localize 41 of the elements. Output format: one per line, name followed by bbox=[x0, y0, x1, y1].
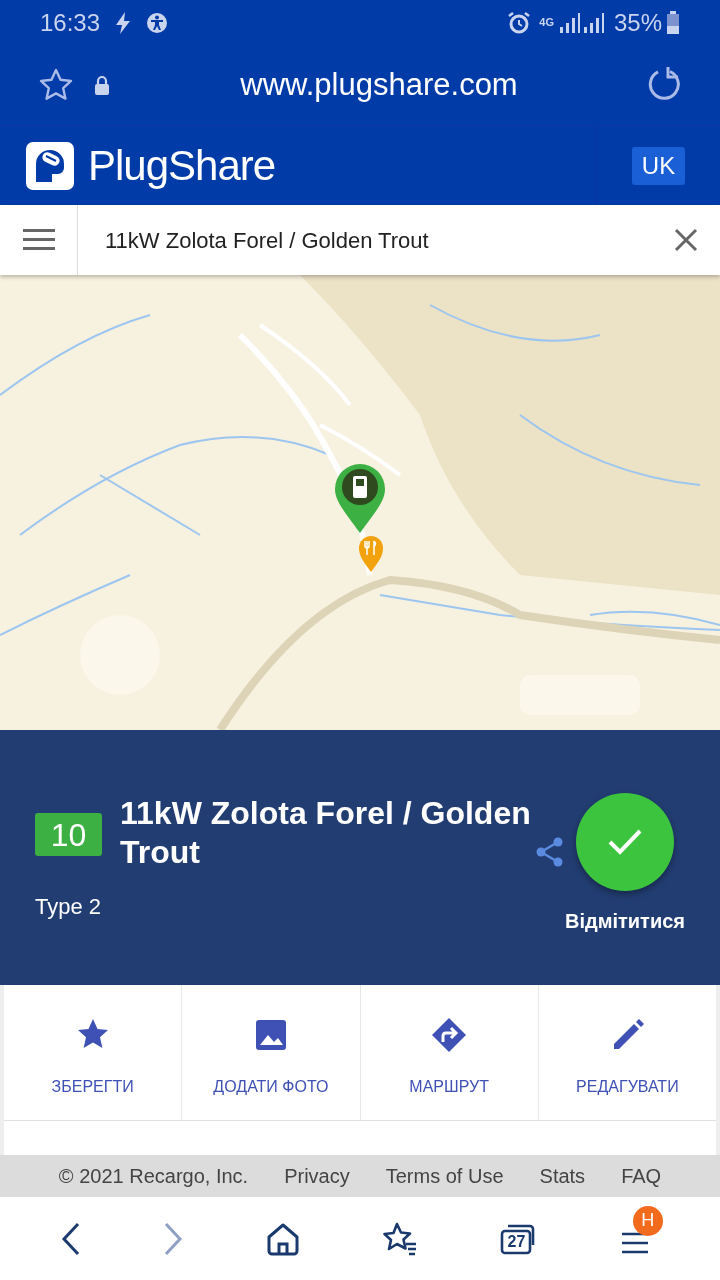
menu-icon[interactable] bbox=[22, 229, 55, 251]
home-icon[interactable] bbox=[265, 1221, 300, 1256]
action-button[interactable]: ЗБЕРЕГТИ bbox=[4, 985, 182, 1120]
battery-icon bbox=[666, 10, 680, 35]
bookmarks-icon[interactable] bbox=[382, 1221, 419, 1256]
notification-badge: H bbox=[632, 1205, 663, 1236]
footer-link[interactable]: Privacy bbox=[284, 1161, 350, 1191]
battery-percent: 35% bbox=[613, 7, 662, 38]
checkin-button[interactable] bbox=[576, 793, 674, 891]
charging-station-pin-icon[interactable] bbox=[334, 463, 386, 535]
accessibility-icon bbox=[146, 11, 169, 34]
lock-icon bbox=[94, 75, 110, 95]
search-field[interactable]: 11kW Zolota Forel / Golden Trout bbox=[105, 223, 674, 257]
close-icon[interactable] bbox=[674, 228, 698, 252]
station-title: 11kW Zolota Forel / Golden Trout bbox=[120, 794, 532, 872]
connector-type: Type 2 bbox=[35, 893, 102, 921]
signal-icon bbox=[557, 11, 606, 34]
back-icon[interactable] bbox=[61, 1221, 82, 1256]
turn-sign-icon bbox=[431, 1017, 468, 1053]
bookmark-star-icon[interactable] bbox=[38, 67, 74, 103]
brand-name[interactable]: PlugShare bbox=[88, 134, 276, 197]
language-button[interactable]: UK bbox=[631, 146, 686, 185]
tabs-icon bbox=[500, 1222, 537, 1255]
share-icon[interactable] bbox=[536, 837, 564, 867]
forward-icon[interactable] bbox=[163, 1221, 184, 1256]
status-time: 16:33 bbox=[40, 7, 101, 38]
alarm-icon bbox=[507, 10, 532, 35]
score-badge: 10 bbox=[35, 813, 102, 856]
checkin-label: Відмітитися bbox=[564, 909, 685, 934]
footer-link[interactable]: Stats bbox=[539, 1161, 586, 1191]
footer-link[interactable]: FAQ bbox=[621, 1161, 662, 1191]
tabs-button[interactable]: 27 bbox=[500, 1222, 537, 1255]
browser-menu-icon[interactable] bbox=[620, 1231, 649, 1254]
reload-icon[interactable] bbox=[648, 67, 682, 103]
plugshare-logo-icon[interactable] bbox=[26, 141, 74, 190]
copyright-link[interactable]: © 2021 Recargo, Inc. bbox=[58, 1161, 249, 1191]
tab-count: 27 bbox=[506, 1231, 527, 1252]
flash-icon bbox=[114, 11, 133, 34]
network-type: 4G bbox=[539, 17, 554, 28]
checkmark-icon bbox=[608, 829, 642, 855]
footer-link[interactable]: Terms of Use bbox=[385, 1161, 504, 1191]
